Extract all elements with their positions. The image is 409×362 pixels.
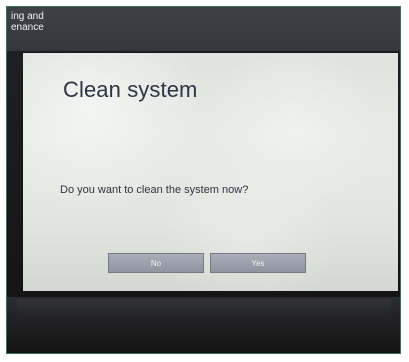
screenshot-frame: ing and enance Clean system Do you want …: [6, 6, 401, 354]
top-menu-bar: ing and enance: [7, 7, 400, 51]
dialog-message: Do you want to clean the system now?: [60, 184, 249, 196]
screen-glare: [17, 299, 391, 317]
dialog-button-group: No Yes: [108, 253, 306, 273]
yes-button[interactable]: Yes: [210, 253, 306, 273]
top-menu-label: ing and enance: [11, 11, 44, 33]
dialog-title: Clean system: [63, 77, 198, 102]
clean-system-dialog: Clean system Do you want to clean the sy…: [23, 53, 398, 291]
no-button[interactable]: No: [108, 253, 204, 273]
